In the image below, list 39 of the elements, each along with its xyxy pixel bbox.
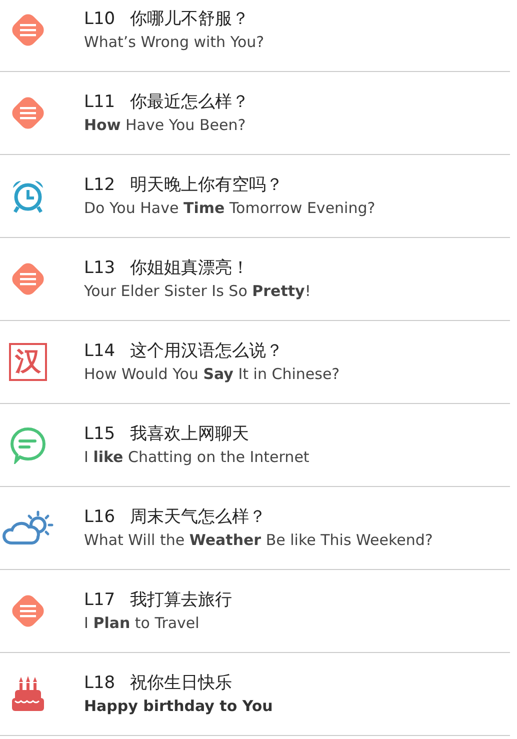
lesson-item[interactable]: L18 祝你生日快乐 Happy birthday to You	[0, 653, 510, 736]
lesson-number: L16	[84, 506, 116, 528]
chat-bubble-icon	[9, 426, 47, 464]
lesson-item[interactable]: 汉 L14 这个用汉语怎么说？ How Would You Say It in Chinese?	[0, 321, 510, 404]
lesson-subtitle: How Would You Say It in Chinese?	[84, 364, 340, 384]
lesson-title: 明天晚上你有空吗？	[130, 174, 283, 196]
lesson-number: L18	[84, 672, 116, 694]
lesson-item[interactable]: L11 你最近怎么样？ How Have You Been?	[0, 72, 510, 155]
lesson-subtitle: Happy birthday to You	[84, 696, 273, 716]
lesson-item[interactable]: L16 周末天气怎么样？ What Will the Weather Be like This Weekend?	[0, 487, 510, 570]
lesson-title: 我打算去旅行	[130, 590, 232, 611]
lesson-title: 你姐姐真漂亮！	[130, 258, 249, 279]
lesson-item[interactable]: L10 你哪儿不舒服？ What’s Wrong with You?	[0, 0, 510, 72]
lesson-number: L12	[84, 174, 116, 196]
lesson-subtitle: Do You Have Time Tomorrow Evening?	[84, 198, 376, 218]
lesson-number: L13	[84, 258, 116, 279]
lesson-title: 周末天气怎么样？	[130, 506, 266, 528]
lesson-item[interactable]: L15 我喜欢上网聊天 I like Chatting on the Internet	[0, 404, 510, 487]
character-icon: 汉	[9, 343, 47, 381]
lesson-subtitle: I like Chatting on the Internet	[84, 448, 310, 466]
birthday-cake-icon	[9, 675, 47, 713]
lesson-item[interactable]: L12 明天晚上你有空吗？ Do You Have Time Tomorrow Evening?	[0, 155, 510, 238]
lesson-number: L10	[84, 8, 116, 30]
lesson-title: 你哪儿不舒服？	[130, 8, 249, 30]
lesson-number: L17	[84, 590, 116, 611]
lesson-title: 祝你生日快乐	[130, 672, 232, 694]
lesson-subtitle: What Will the Weather Be like This Weekend?	[84, 530, 433, 550]
lesson-item[interactable]: L17 我打算去旅行 I Plan to Travel	[0, 570, 510, 653]
lesson-number: L14	[84, 340, 116, 362]
lesson-subtitle: What’s Wrong with You?	[84, 32, 264, 52]
lesson-number: L11	[84, 92, 116, 113]
lesson-number: L15	[84, 424, 116, 445]
lesson-title: 这个用汉语怎么说？	[130, 340, 283, 362]
lesson-subtitle: How Have You Been?	[84, 116, 247, 134]
lesson-subtitle: I Plan to Travel	[84, 614, 200, 632]
lesson-title: 我喜欢上网聊天	[130, 424, 249, 445]
lesson-item[interactable]: L13 你姐姐真漂亮！ Your Elder Sister Is So Pretty!	[0, 238, 510, 321]
lesson-title: 你最近怎么样？	[130, 92, 249, 113]
lesson-subtitle: Your Elder Sister Is So Pretty!	[84, 282, 311, 300]
